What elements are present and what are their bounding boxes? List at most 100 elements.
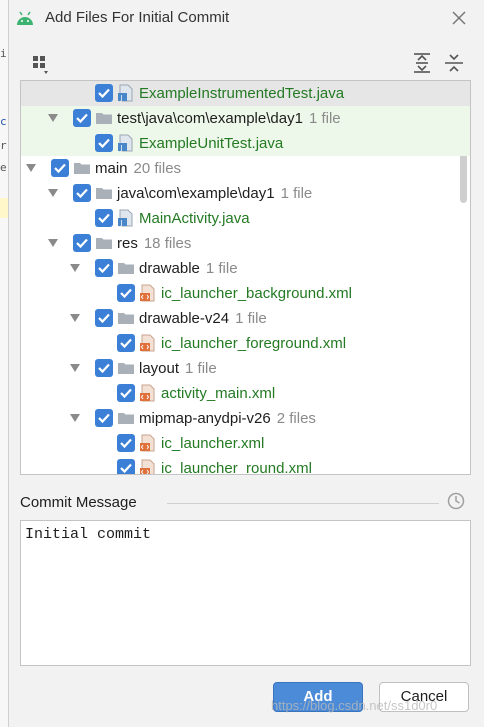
row-checkbox[interactable] xyxy=(73,184,91,202)
chevron-down-icon[interactable] xyxy=(48,239,58,247)
chevron-down-icon[interactable] xyxy=(70,264,80,272)
java-file-icon: J xyxy=(117,209,135,227)
row-checkbox[interactable] xyxy=(73,109,91,127)
tree-row-count: 1 file xyxy=(235,310,267,327)
chevron-down-icon[interactable] xyxy=(70,364,80,372)
xml-file-icon xyxy=(139,334,157,352)
collapse-all-icon[interactable] xyxy=(442,51,466,75)
watermark: https://blog.csdn.net/ss1d0r0 xyxy=(271,698,438,713)
tree-row-name: java\com\example\day1 xyxy=(117,185,275,202)
chevron-down-icon[interactable] xyxy=(48,189,58,197)
tree-row[interactable]: J ExampleInstrumentedTest.java xyxy=(21,81,470,106)
checkmark-icon xyxy=(98,213,110,224)
folder-icon xyxy=(95,109,113,127)
commit-message-input[interactable]: Initial commit xyxy=(20,520,471,666)
tree-row-count: 1 file xyxy=(185,360,217,377)
row-checkbox[interactable] xyxy=(51,159,69,177)
checkmark-icon xyxy=(120,288,132,299)
xml-file-icon xyxy=(139,284,157,302)
tree-row-text: ExampleUnitTest.java xyxy=(139,135,283,152)
tree-row-name: drawable-v24 xyxy=(139,310,230,327)
xml-file-icon xyxy=(139,384,157,402)
tree-row-count: 1 file xyxy=(205,260,238,277)
tree-row[interactable]: ic_launcher_round.xml xyxy=(21,456,470,474)
chevron-down-icon[interactable] xyxy=(70,414,80,422)
checkmark-icon xyxy=(98,88,110,99)
folder-icon xyxy=(117,409,135,427)
java-file-icon: J xyxy=(117,134,135,152)
tree-row-count: 20 files xyxy=(133,160,182,177)
checkmark-icon xyxy=(120,388,132,399)
close-icon[interactable] xyxy=(449,8,469,28)
expand-all-icon[interactable] xyxy=(410,51,434,75)
tree-row-name: ic_launcher_foreground.xml xyxy=(161,335,347,352)
row-checkbox[interactable] xyxy=(95,134,113,152)
changes-tree[interactable]: J ExampleInstrumentedTest.java test\java\c… xyxy=(20,80,471,475)
tree-row[interactable]: J MainActivity.java xyxy=(21,206,470,231)
tree-row-text: ExampleInstrumentedTest.java xyxy=(139,85,344,102)
tree-row[interactable]: J ExampleUnitTest.java xyxy=(21,131,470,156)
svg-text:J: J xyxy=(120,94,123,102)
tree-row[interactable]: ic_launcher.xml xyxy=(21,431,470,456)
editor-glyph: e xyxy=(0,162,7,173)
tree-row[interactable]: mipmap-anydpi-v26 2 files xyxy=(21,406,470,431)
tree-row[interactable]: java\com\example\day1 1 file xyxy=(21,181,470,206)
tree-row-name: res xyxy=(117,235,138,252)
editor-glyph: r xyxy=(0,140,7,151)
row-checkbox[interactable] xyxy=(95,359,113,377)
folder-icon xyxy=(117,359,135,377)
tree-row-text: layout 1 file xyxy=(139,360,217,377)
editor-highlight xyxy=(0,198,8,218)
tree-row-count: 18 files xyxy=(143,235,192,252)
checkmark-icon xyxy=(98,313,110,324)
folder-icon xyxy=(95,184,113,202)
row-checkbox[interactable] xyxy=(95,259,113,277)
tree-row[interactable]: main 20 files xyxy=(21,156,470,181)
row-checkbox[interactable] xyxy=(95,84,113,102)
tree-row[interactable]: ic_launcher_background.xml xyxy=(21,281,470,306)
tree-row-text: MainActivity.java xyxy=(139,210,250,227)
tree-row[interactable]: ic_launcher_foreground.xml xyxy=(21,331,470,356)
tree-row-text: drawable 1 file xyxy=(139,260,238,277)
folder-icon xyxy=(73,159,91,177)
tree-row-text: java\com\example\day1 1 file xyxy=(117,185,312,202)
row-checkbox[interactable] xyxy=(73,234,91,252)
android-icon xyxy=(17,11,33,25)
tree-row[interactable]: drawable 1 file xyxy=(21,256,470,281)
editor-glyph: c xyxy=(0,116,7,127)
tree-row-text: mipmap-anydpi-v26 2 files xyxy=(139,410,316,427)
checkmark-icon xyxy=(76,113,88,124)
tree-row[interactable]: res 18 files xyxy=(21,231,470,256)
svg-text:J: J xyxy=(120,144,123,152)
tree-row-name: ic_launcher.xml xyxy=(161,435,265,452)
add-files-dialog: Add Files For Initial Commit J ExampleIns… xyxy=(8,0,484,727)
row-checkbox[interactable] xyxy=(117,434,135,452)
checkmark-icon xyxy=(76,238,88,249)
tree-row[interactable]: test\java\com\example\day1 1 file xyxy=(21,106,470,131)
checkmark-icon xyxy=(98,263,110,274)
history-icon[interactable] xyxy=(446,491,466,511)
tree-row-name: main xyxy=(95,160,128,177)
tree-row-text: res 18 files xyxy=(117,235,191,252)
chevron-down-icon[interactable] xyxy=(26,164,36,172)
tree-row-text: ic_launcher_background.xml xyxy=(161,285,352,302)
tree-row[interactable]: drawable-v24 1 file xyxy=(21,306,470,331)
chevron-down-icon[interactable] xyxy=(70,314,80,322)
background-editor-strip: i c r e xyxy=(0,0,8,727)
tree-row[interactable]: layout 1 file xyxy=(21,356,470,381)
section-divider xyxy=(167,503,439,504)
tree-row[interactable]: activity_main.xml xyxy=(21,381,470,406)
tree-row-name: drawable xyxy=(139,260,200,277)
checkmark-icon xyxy=(120,438,132,449)
row-checkbox[interactable] xyxy=(95,309,113,327)
row-checkbox[interactable] xyxy=(95,409,113,427)
row-checkbox[interactable] xyxy=(117,334,135,352)
row-checkbox[interactable] xyxy=(117,284,135,302)
row-checkbox[interactable] xyxy=(117,384,135,402)
row-checkbox[interactable] xyxy=(117,459,135,474)
tree-row-name: ic_launcher_background.xml xyxy=(161,285,352,302)
tree-row-name: mipmap-anydpi-v26 xyxy=(139,410,271,427)
row-checkbox[interactable] xyxy=(95,209,113,227)
group-by-icon[interactable] xyxy=(29,52,53,76)
chevron-down-icon[interactable] xyxy=(48,114,58,122)
